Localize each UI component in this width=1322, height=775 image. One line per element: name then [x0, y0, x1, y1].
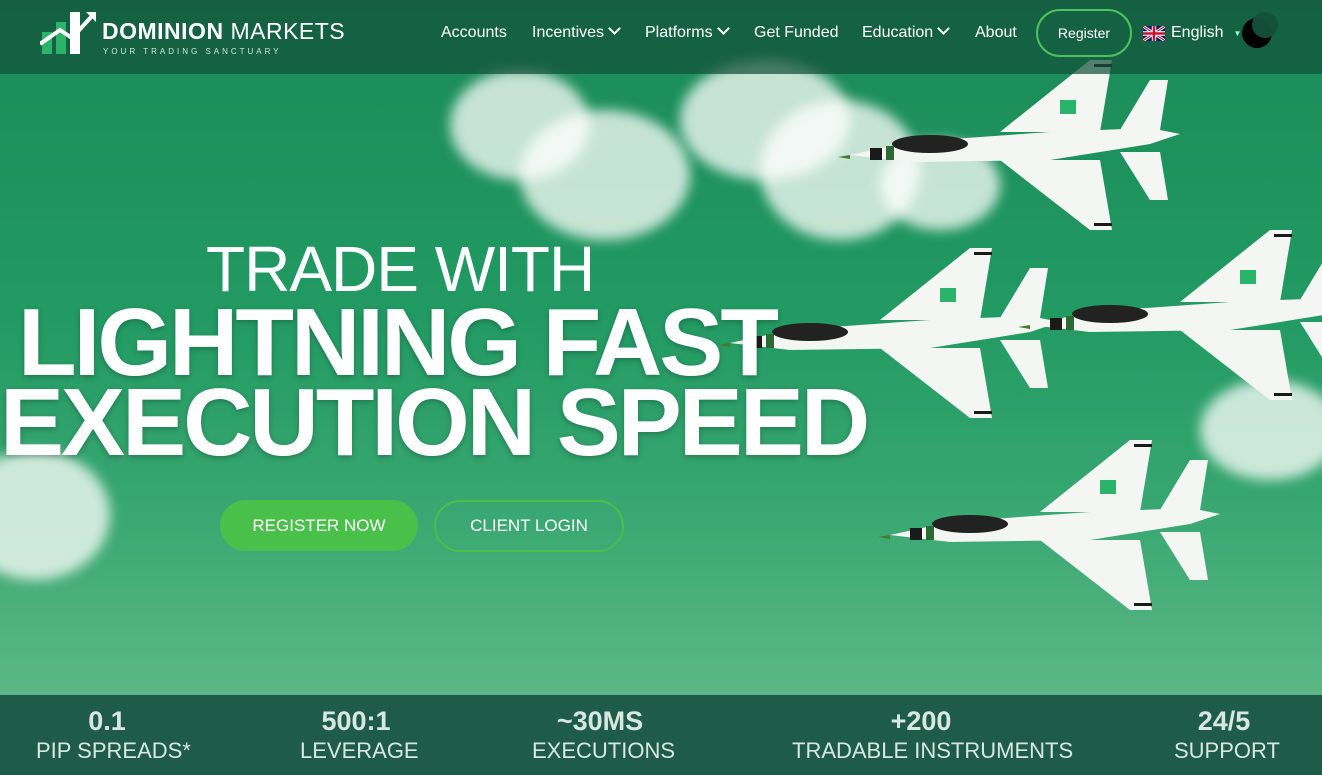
stat-value: 24/5	[1197, 706, 1251, 736]
nav-accounts[interactable]: Accounts	[441, 24, 507, 42]
stat-support: 24/5 SUPPORT	[1174, 705, 1280, 765]
nav-get-funded[interactable]: Get Funded	[754, 24, 839, 42]
nav-education[interactable]: Education	[862, 22, 951, 42]
brand-logo[interactable]: DOMINION MARKETS YOUR TRADING SANCTUARY	[40, 6, 345, 62]
stat-value: ~30MS	[556, 706, 644, 736]
stat-label: SUPPORT	[1174, 738, 1280, 763]
dark-mode-toggle-icon[interactable]	[1242, 12, 1278, 48]
register-now-button[interactable]: REGISTER NOW	[220, 500, 418, 551]
language-selector[interactable]: English ▼	[1143, 24, 1241, 42]
top-navbar: DOMINION MARKETS YOUR TRADING SANCTUARY …	[0, 0, 1322, 74]
stat-leverage: 500:1 LEVERAGE	[300, 705, 419, 765]
stat-value: 0.1	[88, 706, 126, 736]
stat-label: EXECUTIONS	[532, 738, 676, 763]
fighter-jets-image	[718, 60, 1322, 610]
nav-platforms[interactable]: Platforms	[645, 22, 730, 42]
stat-executions: ~30MS EXECUTIONS	[532, 705, 676, 765]
chevron-down-icon	[716, 22, 730, 35]
chart-logo-icon	[40, 12, 96, 54]
client-login-button[interactable]: CLIENT LOGIN	[434, 500, 624, 552]
stat-tradable-instruments: +200 TRADABLE INSTRUMENTS	[792, 705, 1074, 765]
stats-bar: 0.1 PIP SPREADS* 500:1 LEVERAGE ~30MS EX…	[0, 695, 1322, 775]
caret-down-icon: ▼	[1233, 28, 1242, 38]
cloud	[520, 110, 690, 240]
uk-flag-icon	[1143, 25, 1165, 41]
stat-value: 500:1	[321, 706, 391, 736]
stat-pip-spreads: 0.1 PIP SPREADS*	[36, 705, 191, 765]
chevron-down-icon	[937, 22, 951, 35]
stat-label: TRADABLE INSTRUMENTS	[792, 738, 1074, 763]
brand-tagline: YOUR TRADING SANCTUARY	[103, 47, 282, 56]
stat-label: LEVERAGE	[300, 738, 419, 763]
nav-incentives[interactable]: Incentives	[532, 22, 621, 42]
stat-label: PIP SPREADS*	[36, 738, 191, 763]
nav-about[interactable]: About	[975, 24, 1017, 42]
hero-headline-line3: EXECUTION SPEED	[0, 369, 870, 476]
register-button[interactable]: Register	[1036, 9, 1132, 57]
stat-value: +200	[890, 706, 952, 736]
language-label: English	[1171, 24, 1224, 41]
chevron-down-icon	[608, 22, 621, 35]
brand-name: DOMINION MARKETS	[102, 18, 346, 44]
